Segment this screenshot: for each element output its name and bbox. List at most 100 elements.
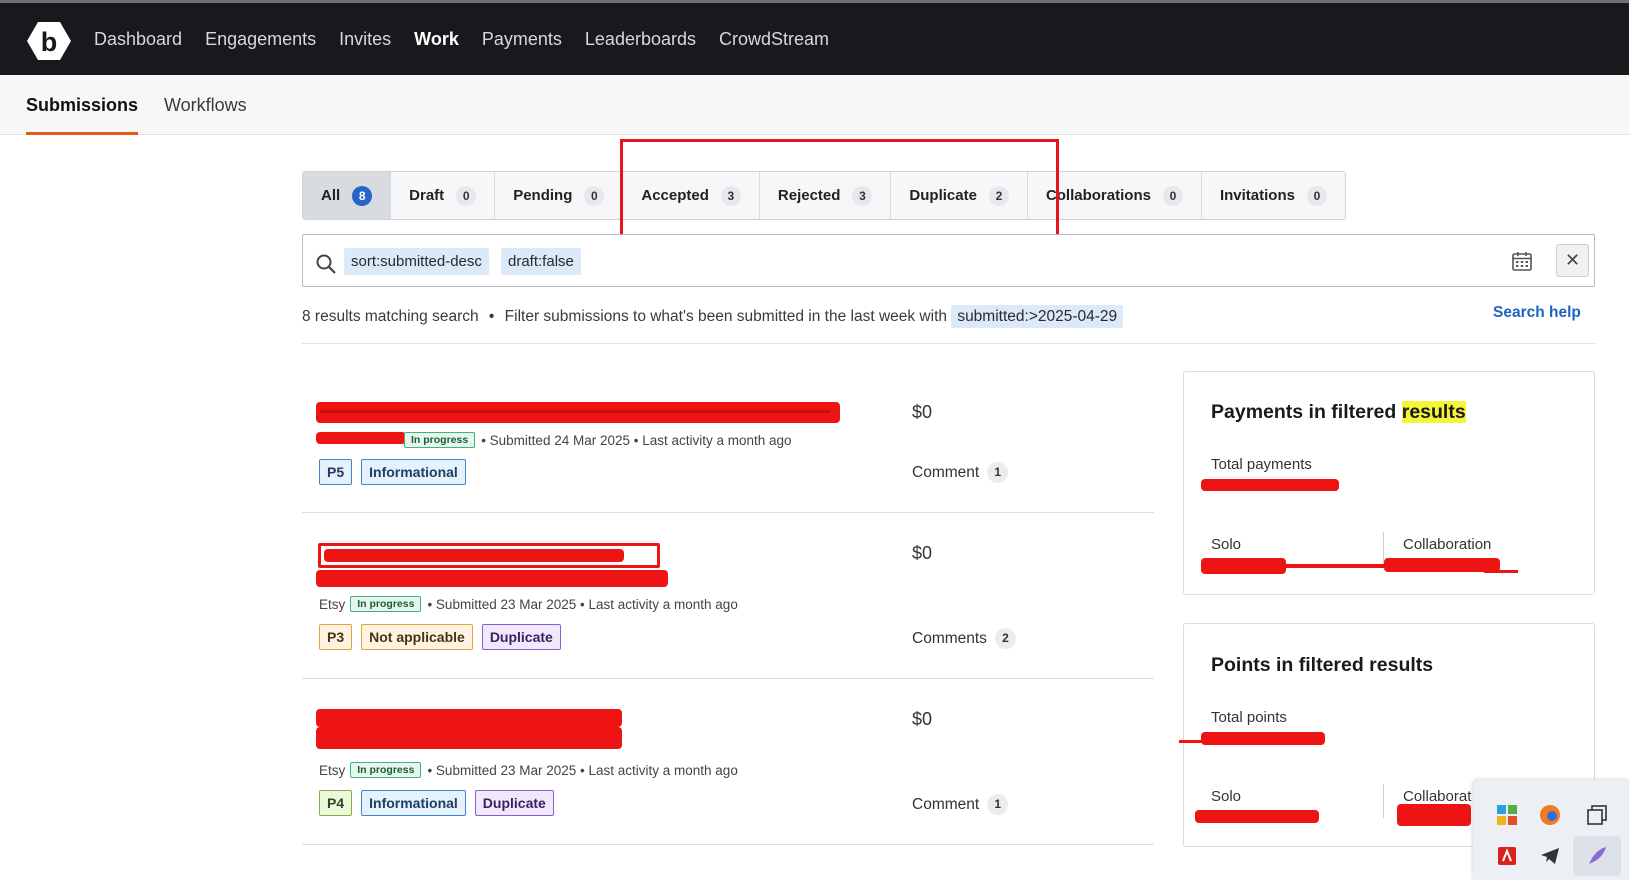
search-token[interactable]: draft:false bbox=[501, 248, 581, 275]
priority-tag: P3 bbox=[319, 624, 353, 650]
bugcrowd-logo-icon[interactable]: b bbox=[26, 21, 72, 61]
submission-meta: In progress • Submitted 24 Mar 2025 • La… bbox=[404, 432, 792, 448]
submission-amount: $0 bbox=[912, 709, 933, 729]
redacted-program bbox=[316, 432, 406, 444]
windows-app-icon[interactable] bbox=[1495, 803, 1519, 827]
submission-dates: • Submitted 24 Mar 2025 • Last activity … bbox=[481, 432, 792, 448]
filter-tab-all[interactable]: All 8 bbox=[303, 172, 392, 219]
redaction-scribble bbox=[1179, 740, 1209, 743]
submission-tags: P4 Informational Duplicate bbox=[319, 790, 563, 816]
filter-tab-draft[interactable]: Draft 0 bbox=[391, 172, 496, 219]
submission-dates: • Submitted 23 Mar 2025 • Last activity … bbox=[427, 762, 738, 778]
comments-link[interactable]: Comment 1 bbox=[912, 794, 1009, 815]
count-badge: 0 bbox=[584, 185, 605, 206]
submission-tags: P5 Informational bbox=[319, 459, 475, 485]
filter-tab-label: Invitations bbox=[1219, 187, 1295, 204]
system-tray-overflow bbox=[1473, 780, 1629, 880]
nav-engagements[interactable]: Engagements bbox=[205, 29, 316, 50]
sub-navigation: Submissions Workflows bbox=[0, 75, 1629, 135]
tab-workflows[interactable]: Workflows bbox=[164, 75, 247, 135]
solo-label: Solo bbox=[1211, 536, 1242, 553]
collaboration-label: Collaboration bbox=[1403, 536, 1492, 553]
state-tag: Informational bbox=[361, 459, 466, 485]
payments-card: Payments in filtered results Total payme… bbox=[1183, 371, 1595, 595]
count-badge: 0 bbox=[1306, 185, 1327, 206]
priority-tag: P4 bbox=[319, 790, 353, 816]
nav-crowdstream[interactable]: CrowdStream bbox=[719, 29, 829, 50]
divider bbox=[302, 343, 1595, 344]
state-tag: Duplicate bbox=[474, 790, 554, 816]
nav-work[interactable]: Work bbox=[414, 29, 459, 50]
card-title: Points in filtered results bbox=[1211, 654, 1434, 676]
results-summary: 8 results matching search • Filter submi… bbox=[302, 305, 1124, 328]
redaction-scribble bbox=[316, 727, 622, 749]
redacted-value bbox=[1201, 479, 1339, 491]
comments-link[interactable]: Comments 2 bbox=[912, 628, 1016, 649]
status-badge: In progress bbox=[404, 432, 476, 448]
priority-tag: P5 bbox=[319, 459, 353, 485]
status-badge: In progress bbox=[350, 596, 422, 612]
svg-text:b: b bbox=[41, 27, 58, 57]
count-badge: 0 bbox=[456, 185, 477, 206]
pdf-reader-icon[interactable] bbox=[1495, 844, 1519, 868]
search-help-link[interactable]: Search help bbox=[1493, 304, 1581, 322]
card-title: Payments in filtered results bbox=[1211, 401, 1466, 423]
nav-dashboard[interactable]: Dashboard bbox=[94, 29, 182, 50]
filter-tab-label: Collaborations bbox=[1045, 187, 1151, 204]
program-name[interactable]: Etsy bbox=[319, 763, 345, 778]
firefox-app-icon[interactable] bbox=[1538, 803, 1562, 827]
submission-dates: • Submitted 23 Mar 2025 • Last activity … bbox=[427, 596, 738, 612]
program-name[interactable]: Etsy bbox=[319, 597, 345, 612]
submission-tags: P3 Not applicable Duplicate bbox=[319, 624, 570, 650]
telegram-icon[interactable] bbox=[1538, 844, 1562, 868]
feather-icon[interactable] bbox=[1585, 844, 1609, 868]
submission-amount: $0 bbox=[912, 402, 933, 422]
nav-invites[interactable]: Invites bbox=[339, 29, 391, 50]
results-count-text: 8 results matching search bbox=[302, 308, 479, 325]
state-tag: Duplicate bbox=[481, 624, 561, 650]
redacted-value bbox=[1195, 810, 1319, 823]
search-icon bbox=[316, 254, 336, 274]
comments-count: 1 bbox=[987, 462, 1009, 483]
filter-tab-invitations[interactable]: Invitations 0 bbox=[1202, 172, 1345, 219]
submission-meta: Etsy In progress • Submitted 23 Mar 2025… bbox=[319, 762, 738, 778]
solo-label: Solo bbox=[1211, 788, 1242, 805]
close-icon: ✕ bbox=[1564, 250, 1581, 270]
comments-count: 2 bbox=[994, 628, 1016, 649]
redacted-title bbox=[316, 709, 622, 727]
window-copy-icon[interactable] bbox=[1585, 803, 1609, 827]
redaction-scribble bbox=[320, 410, 830, 413]
redacted-value bbox=[1201, 558, 1286, 574]
calendar-icon[interactable] bbox=[1511, 250, 1533, 272]
redacted-value bbox=[1384, 558, 1500, 572]
state-tag: Informational bbox=[361, 790, 466, 816]
comments-label: Comments bbox=[912, 629, 987, 647]
redaction-scribble bbox=[1484, 570, 1518, 573]
submission-row[interactable]: Etsy In progress • Submitted 23 Mar 2025… bbox=[302, 679, 1154, 845]
clear-search-button[interactable]: ✕ bbox=[1556, 244, 1589, 277]
status-badge: In progress bbox=[350, 762, 422, 778]
annotation-highlight-box bbox=[620, 139, 1059, 245]
redaction-scribble bbox=[324, 549, 624, 562]
submission-row[interactable]: Etsy In progress • Submitted 23 Mar 2025… bbox=[302, 513, 1154, 679]
comments-link[interactable]: Comment 1 bbox=[912, 462, 1009, 483]
redacted-value bbox=[1201, 732, 1325, 745]
search-bar[interactable]: sort:submitted-desc draft:false ✕ bbox=[302, 234, 1595, 287]
count-badge: 8 bbox=[352, 185, 373, 206]
state-tag: Not applicable bbox=[361, 624, 473, 650]
top-navigation-bar: b Dashboard Engagements Invites Work Pay… bbox=[0, 0, 1629, 75]
hint-token[interactable]: submitted:>2025-04-29 bbox=[951, 305, 1124, 328]
nav-payments[interactable]: Payments bbox=[482, 29, 562, 50]
comments-count: 1 bbox=[987, 794, 1009, 815]
results-hint-text: Filter submissions to what's been submit… bbox=[504, 308, 947, 325]
comments-label: Comment bbox=[912, 795, 980, 813]
nav-leaderboards[interactable]: Leaderboards bbox=[585, 29, 696, 50]
submission-row[interactable]: In progress • Submitted 24 Mar 2025 • La… bbox=[302, 380, 1154, 513]
submission-meta: Etsy In progress • Submitted 23 Mar 2025… bbox=[319, 596, 738, 612]
filter-tab-pending[interactable]: Pending 0 bbox=[495, 172, 624, 219]
tab-submissions[interactable]: Submissions bbox=[26, 75, 139, 135]
filter-tab-label: Draft bbox=[409, 187, 445, 204]
divider bbox=[1383, 784, 1384, 818]
search-token[interactable]: sort:submitted-desc bbox=[344, 248, 489, 275]
total-payments-label: Total payments bbox=[1211, 456, 1312, 473]
